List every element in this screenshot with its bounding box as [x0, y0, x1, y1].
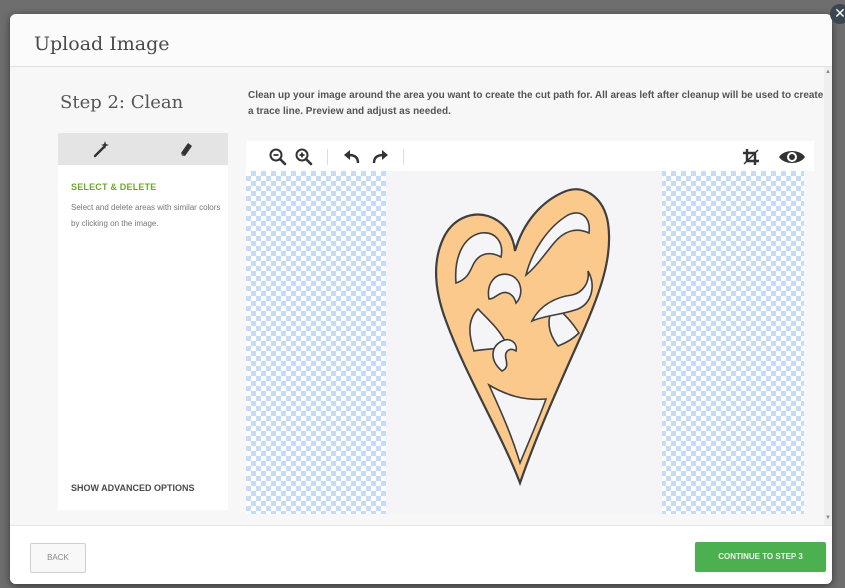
close-dialog-button[interactable]: ✕ — [830, 4, 845, 24]
toolbar-divider — [327, 149, 328, 165]
redo-icon — [372, 150, 388, 164]
tool-description: Select and delete areas with similar col… — [71, 203, 221, 228]
undo-button[interactable] — [342, 147, 362, 167]
dialog-footer: BACK CONTINUE TO STEP 3 — [10, 525, 832, 584]
close-icon: ✕ — [834, 6, 845, 22]
zoom-out-icon — [269, 148, 287, 166]
eraser-icon — [180, 143, 192, 156]
continue-to-step-3-button[interactable]: CONTINUE TO STEP 3 — [695, 542, 826, 572]
scroll-up-arrow-icon[interactable]: ▲ — [824, 69, 832, 77]
show-advanced-options-link[interactable]: SHOW ADVANCED OPTIONS — [71, 483, 195, 493]
uploaded-image-area[interactable] — [386, 171, 662, 514]
zoom-out-button[interactable] — [268, 147, 288, 167]
preview-eye-icon — [779, 151, 805, 163]
tool-options-panel: SELECT & DELETE Select and delete areas … — [58, 165, 228, 510]
dialog-header: Upload Image — [10, 14, 832, 67]
canvas-toolbar — [246, 141, 814, 171]
undo-icon — [344, 150, 360, 164]
preview-button[interactable] — [778, 147, 806, 167]
tool-tabs — [58, 133, 228, 165]
tab-magic-wand[interactable] — [58, 133, 143, 165]
step-instructions: Clean up your image around the area you … — [248, 90, 824, 117]
dialog-title: Upload Image — [34, 33, 170, 55]
heart-filigree-image[interactable] — [386, 171, 662, 514]
tab-eraser[interactable] — [143, 133, 228, 165]
zoom-in-button[interactable] — [294, 147, 314, 167]
toolbar-divider — [403, 149, 404, 165]
vertical-scrollbar[interactable]: ▲ ▼ — [824, 67, 832, 525]
crop-button[interactable] — [741, 147, 761, 167]
image-canvas[interactable] — [246, 171, 804, 514]
step-title: Step 2: Clean — [60, 92, 184, 113]
scroll-down-arrow-icon[interactable]: ▼ — [824, 515, 832, 523]
back-button[interactable]: BACK — [30, 543, 86, 573]
zoom-in-icon — [295, 148, 313, 166]
tool-heading: SELECT & DELETE — [71, 182, 157, 192]
redo-button[interactable] — [370, 147, 390, 167]
magic-wand-icon — [93, 141, 109, 158]
crop-icon — [743, 149, 759, 165]
upload-image-dialog: Upload Image ▲ ▼ Step 2: Clean Clean up … — [10, 14, 832, 584]
